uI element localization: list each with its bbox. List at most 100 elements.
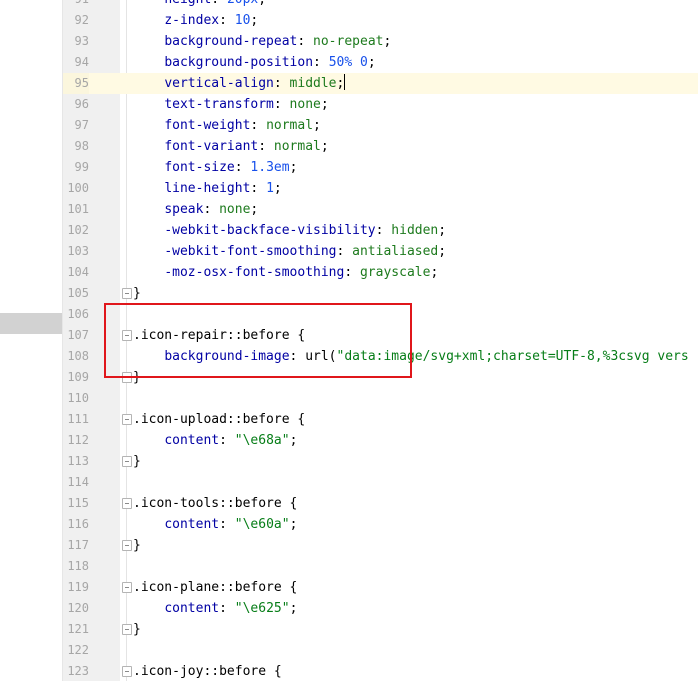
- code-line[interactable]: 93 background-repeat: no-repeat;: [63, 31, 698, 52]
- code-text: .icon-upload::before {: [133, 409, 305, 430]
- code-token: ;: [336, 76, 345, 91]
- code-text: content: "\e68a";: [133, 430, 297, 451]
- code-token: ;: [289, 517, 298, 532]
- code-token: }: [133, 370, 141, 385]
- code-text: line-height: 1;: [133, 178, 281, 199]
- code-token: {: [281, 496, 298, 511]
- code-line[interactable]: 94 background-position: 50% 0;: [63, 52, 698, 73]
- fold-toggle-icon[interactable]: [122, 582, 132, 593]
- code-token: ;: [320, 139, 329, 154]
- line-number: 110: [67, 391, 89, 405]
- code-line[interactable]: 105}: [63, 283, 698, 304]
- code-token: content: [164, 601, 220, 616]
- line-number: 119: [67, 580, 89, 594]
- fold-toggle-icon[interactable]: [122, 666, 132, 677]
- code-line[interactable]: 110: [63, 388, 698, 409]
- code-line[interactable]: 112 content: "\e68a";: [63, 430, 698, 451]
- code-line[interactable]: 101 speak: none;: [63, 199, 698, 220]
- code-token: :: [211, 0, 227, 7]
- code-line[interactable]: 95 vertical-align: middle;: [63, 73, 698, 94]
- code-line[interactable]: 106: [63, 304, 698, 325]
- code-text: -webkit-font-smoothing: antialiased;: [133, 241, 446, 262]
- code-token: none: [289, 97, 321, 112]
- code-line[interactable]: 102 -webkit-backface-visibility: hidden;: [63, 220, 698, 241]
- line-number: 102: [67, 223, 89, 237]
- line-number: 116: [67, 517, 89, 531]
- code-token: :: [273, 76, 290, 91]
- code-token: antialiased: [352, 244, 439, 259]
- code-text: content: "\e625";: [133, 598, 297, 619]
- code-line[interactable]: 121}: [63, 619, 698, 640]
- fold-toggle-icon[interactable]: [122, 288, 132, 299]
- code-token: {: [289, 412, 306, 427]
- code-line[interactable]: 111 .icon-upload::before {: [63, 409, 698, 430]
- fold-toggle-icon[interactable]: [122, 498, 132, 509]
- code-line[interactable]: 114: [63, 472, 698, 493]
- code-text: content: "\e60a";: [133, 514, 297, 535]
- fold-toggle-icon[interactable]: [122, 456, 132, 467]
- code-line[interactable]: 103 -webkit-font-smoothing: antialiased;: [63, 241, 698, 262]
- code-text: vertical-align: middle;: [133, 73, 346, 94]
- line-number: 111: [67, 412, 89, 426]
- fold-toggle-icon[interactable]: [122, 624, 132, 635]
- line-number: 118: [67, 559, 89, 573]
- code-line[interactable]: 96 text-transform: none;: [63, 94, 698, 115]
- line-number: 98: [74, 139, 89, 153]
- code-line[interactable]: 98 font-variant: normal;: [63, 136, 698, 157]
- fold-toggle-icon[interactable]: [122, 540, 132, 551]
- code-line[interactable]: 97 font-weight: normal;: [63, 115, 698, 136]
- line-number: 120: [67, 601, 89, 615]
- code-line[interactable]: 107 .icon-repair::before {: [63, 325, 698, 346]
- code-token: :: [219, 517, 235, 532]
- code-line[interactable]: 117}: [63, 535, 698, 556]
- code-line[interactable]: 92 z-index: 10;: [63, 10, 698, 31]
- code-text: background-repeat: no-repeat;: [133, 31, 391, 52]
- code-token: ;: [250, 202, 259, 217]
- code-text: .icon-joy::before {: [133, 661, 282, 681]
- code-token: "\e68a": [234, 433, 290, 448]
- line-number: 114: [67, 475, 89, 489]
- code-line[interactable]: 119 .icon-plane::before {: [63, 577, 698, 598]
- code-editor[interactable]: 91 height: 20px;92 z-index: 10;93 backgr…: [0, 0, 698, 681]
- code-line[interactable]: 104 -moz-osx-font-smoothing: grayscale;: [63, 262, 698, 283]
- code-token: .icon-plane::before: [133, 580, 282, 595]
- code-line[interactable]: 108 background-image: url("data:image/sv…: [63, 346, 698, 367]
- code-token: -webkit-backface-visibility: [164, 223, 376, 238]
- code-token: .icon-tools::before: [133, 496, 282, 511]
- line-number: 92: [74, 13, 89, 27]
- code-token: grayscale: [359, 265, 431, 280]
- fold-toggle-icon[interactable]: [122, 414, 132, 425]
- fold-toggle-icon[interactable]: [122, 330, 132, 341]
- code-token: :: [344, 265, 360, 280]
- code-line[interactable]: 123 .icon-joy::before {: [63, 661, 698, 681]
- code-token: {: [266, 664, 282, 679]
- code-token: 10: [234, 13, 251, 28]
- code-token: normal: [266, 118, 314, 133]
- code-token: :: [375, 223, 392, 238]
- code-token: middle: [289, 76, 337, 91]
- code-line[interactable]: 115 .icon-tools::before {: [63, 493, 698, 514]
- code-text: height: 20px;: [133, 0, 266, 10]
- line-number: 104: [67, 265, 89, 279]
- code-token: }: [133, 286, 141, 301]
- code-line[interactable]: 120 content: "\e625";: [63, 598, 698, 619]
- code-token: :: [289, 349, 306, 364]
- code-line[interactable]: 91 height: 20px;: [63, 0, 698, 10]
- code-line[interactable]: 113}: [63, 451, 698, 472]
- code-token: font-weight: [164, 118, 251, 133]
- code-line[interactable]: 118: [63, 556, 698, 577]
- code-text: background-image: url("data:image/svg+xm…: [133, 346, 688, 367]
- code-line[interactable]: 122: [63, 640, 698, 661]
- code-token: ;: [289, 601, 298, 616]
- line-number: 94: [74, 55, 89, 69]
- fold-toggle-icon[interactable]: [122, 372, 132, 383]
- code-line[interactable]: 99 font-size: 1.3em;: [63, 157, 698, 178]
- code-line[interactable]: 100 line-height: 1;: [63, 178, 698, 199]
- code-line[interactable]: 116 content: "\e60a";: [63, 514, 698, 535]
- code-line[interactable]: 109}: [63, 367, 698, 388]
